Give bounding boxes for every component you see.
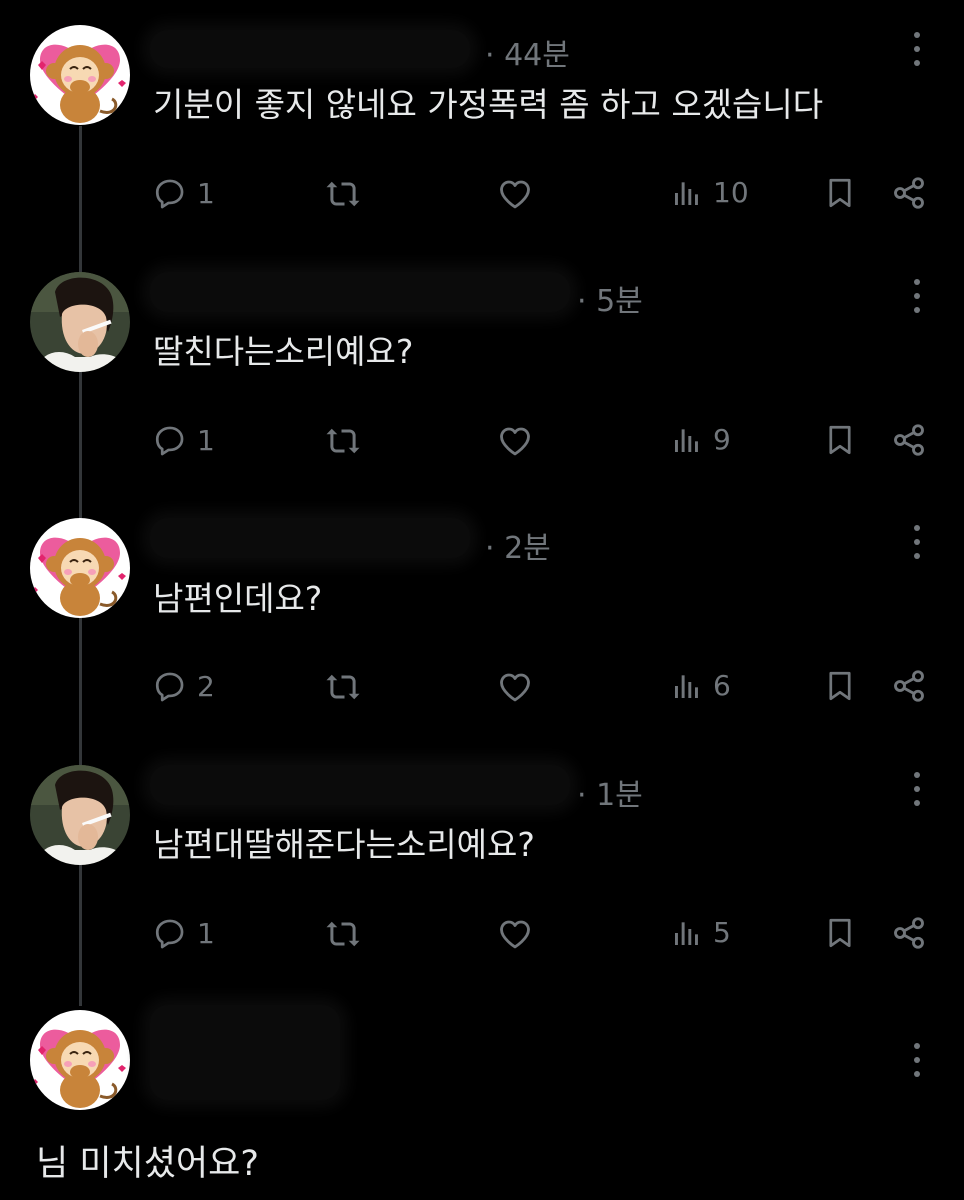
repost-icon	[325, 176, 361, 212]
post-text: 남편대딸해준다는소리예요?	[153, 825, 535, 864]
share-icon	[891, 422, 927, 458]
reply-count: 1	[197, 916, 215, 950]
monkey-avatar[interactable]	[30, 1010, 130, 1110]
redacted-username	[150, 518, 470, 558]
views-icon	[671, 670, 703, 702]
post-timestamp[interactable]: · 1분	[577, 770, 643, 814]
views-button[interactable]: 10	[671, 176, 749, 209]
reply-count: 1	[197, 176, 215, 210]
share-button[interactable]	[891, 175, 927, 211]
reply-button[interactable]: 1	[153, 423, 215, 457]
post-text: 기분이 좋지 않네요 가정폭력 좀 하고 오겠습니다	[153, 85, 824, 124]
reply-icon	[153, 916, 187, 950]
redacted-username	[150, 1005, 340, 1100]
bookmark-icon	[823, 175, 857, 211]
repost-button[interactable]	[325, 916, 361, 952]
reply-button[interactable]: 2	[153, 669, 215, 703]
reply-button[interactable]: 1	[153, 916, 215, 950]
reply-icon	[153, 669, 187, 703]
redacted-username	[150, 30, 470, 68]
views-button[interactable]: 9	[671, 423, 731, 456]
share-icon	[891, 175, 927, 211]
reply-button[interactable]: 1	[153, 176, 215, 210]
post-text: 딸친다는소리예요?	[153, 332, 414, 371]
views-button[interactable]: 5	[671, 916, 731, 949]
post-timestamp[interactable]: · 44분	[485, 30, 570, 74]
more-icon[interactable]	[912, 525, 922, 559]
heart-icon	[497, 669, 533, 705]
monkey-avatar[interactable]	[30, 25, 130, 125]
post-text: 남편인데요?	[153, 579, 323, 618]
views-icon	[671, 917, 703, 949]
monkey-avatar[interactable]	[30, 518, 130, 618]
bookmark-icon	[823, 668, 857, 704]
more-icon[interactable]	[912, 772, 922, 806]
repost-icon	[325, 916, 361, 952]
man-smoking-avatar[interactable]	[30, 272, 130, 372]
like-button[interactable]	[497, 916, 533, 952]
reply-icon	[153, 423, 187, 457]
bookmark-button[interactable]	[823, 915, 857, 951]
views-count: 10	[713, 176, 749, 209]
reply-icon	[153, 176, 187, 210]
bookmark-icon	[823, 422, 857, 458]
views-count: 9	[713, 423, 731, 456]
repost-button[interactable]	[325, 669, 361, 705]
repost-icon	[325, 669, 361, 705]
views-icon	[671, 424, 703, 456]
views-button[interactable]: 6	[671, 669, 731, 702]
share-icon	[891, 668, 927, 704]
share-icon	[891, 915, 927, 951]
redacted-username	[150, 272, 570, 312]
heart-icon	[497, 176, 533, 212]
more-icon[interactable]	[912, 1043, 922, 1077]
reply-count: 1	[197, 423, 215, 457]
reply-count: 2	[197, 669, 215, 703]
bookmark-button[interactable]	[823, 422, 857, 458]
more-icon[interactable]	[912, 279, 922, 313]
post-timestamp[interactable]: · 2분	[485, 523, 551, 567]
repost-icon	[325, 423, 361, 459]
repost-button[interactable]	[325, 176, 361, 212]
like-button[interactable]	[497, 669, 533, 705]
redacted-username	[150, 765, 570, 805]
post-timestamp[interactable]: · 5분	[577, 276, 643, 320]
heart-icon	[497, 423, 533, 459]
heart-icon	[497, 916, 533, 952]
bookmark-button[interactable]	[823, 668, 857, 704]
views-count: 6	[713, 669, 731, 702]
man-smoking-avatar[interactable]	[30, 765, 130, 865]
like-button[interactable]	[497, 423, 533, 459]
share-button[interactable]	[891, 915, 927, 951]
views-icon	[671, 177, 703, 209]
like-button[interactable]	[497, 176, 533, 212]
share-button[interactable]	[891, 422, 927, 458]
share-button[interactable]	[891, 668, 927, 704]
more-icon[interactable]	[912, 32, 922, 66]
repost-button[interactable]	[325, 423, 361, 459]
focused-post-text: 님 미치셨어요?	[36, 1144, 259, 1184]
bookmark-button[interactable]	[823, 175, 857, 211]
views-count: 5	[713, 916, 731, 949]
bookmark-icon	[823, 915, 857, 951]
